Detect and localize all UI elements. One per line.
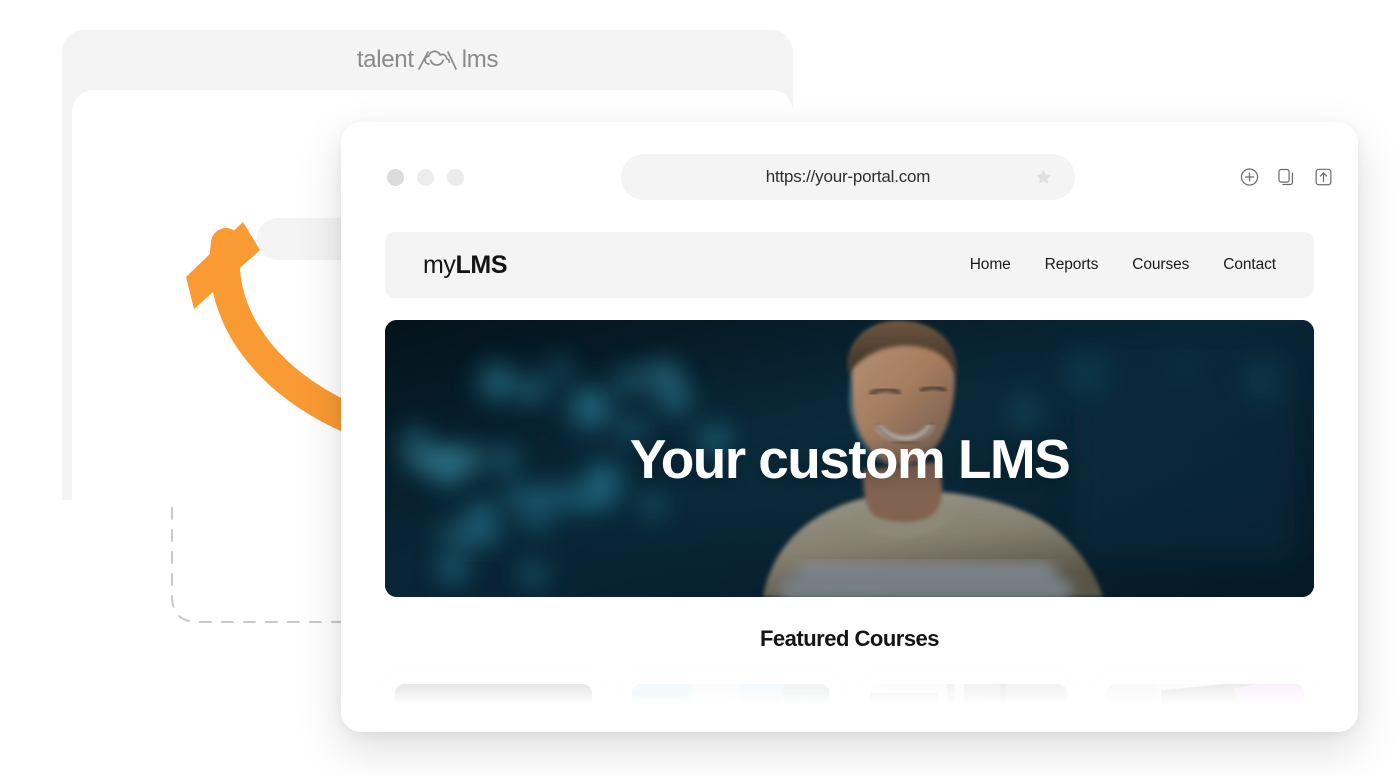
talentlms-logo-text-before: talent — [356, 46, 414, 73]
hero-banner: Your custom LMS — [385, 320, 1314, 597]
cloud-smile-icon — [415, 47, 461, 73]
course-grid — [385, 674, 1314, 732]
dark-abstract-prism-thumb — [395, 684, 593, 732]
course-card[interactable] — [622, 674, 840, 732]
nav-link-contact[interactable]: Contact — [1223, 256, 1276, 274]
background-window-header: talent lms — [62, 30, 793, 90]
mylms-logo-suffix: LMS — [455, 250, 508, 279]
maximize-dot[interactable] — [447, 168, 464, 186]
city-buildings-thumb — [632, 684, 830, 732]
site-navigation: myLMS Home Reports Courses Contact — [385, 232, 1314, 298]
course-card[interactable] — [859, 674, 1077, 732]
mylms-logo[interactable]: myLMS — [423, 250, 508, 280]
browser-chrome: https://your-portal.com — [341, 122, 1358, 232]
close-dot[interactable] — [387, 168, 404, 186]
plus-circle-icon[interactable] — [1239, 167, 1260, 188]
nav-link-home[interactable]: Home — [970, 256, 1011, 274]
star-icon[interactable] — [1034, 168, 1053, 187]
course-card[interactable] — [385, 674, 603, 732]
minimize-dot[interactable] — [417, 168, 434, 186]
copy-icon[interactable] — [1276, 167, 1297, 188]
chrome-actions — [1239, 167, 1334, 188]
address-bar[interactable]: https://your-portal.com — [621, 154, 1075, 200]
nav-link-reports[interactable]: Reports — [1045, 256, 1099, 274]
browser-window: https://your-portal.com myLMS Home Repor… — [341, 122, 1358, 732]
talentlms-logo: talent lms — [356, 46, 499, 74]
course-card[interactable] — [1096, 674, 1314, 732]
address-url-text: https://your-portal.com — [765, 167, 931, 186]
hero-title: Your custom LMS — [629, 427, 1071, 490]
mylms-logo-prefix: my — [423, 250, 456, 279]
nav-link-courses[interactable]: Courses — [1132, 256, 1189, 274]
share-upload-icon[interactable] — [1313, 167, 1334, 188]
featured-courses-heading: Featured Courses — [759, 626, 940, 651]
server-rack-thumb — [869, 684, 1067, 732]
talentlms-logo-text-after: lms — [461, 46, 499, 73]
laptop-code-purple-thumb — [1106, 684, 1304, 732]
traffic-lights — [387, 168, 464, 186]
nav-links: Home Reports Courses Contact — [970, 256, 1276, 274]
